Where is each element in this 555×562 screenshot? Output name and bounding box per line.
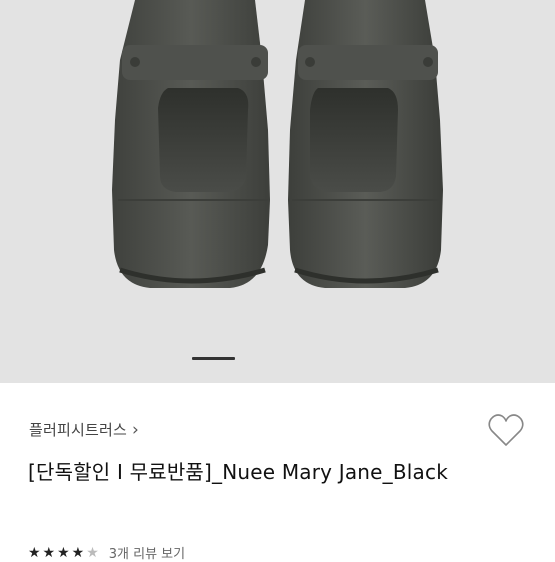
product-title: [단독할인 I 무료반품]_Nuee Mary Jane_Black — [28, 460, 448, 484]
left-shoe — [112, 0, 270, 288]
product-image-gallery[interactable] — [0, 0, 555, 383]
chevron-right-icon: › — [132, 419, 140, 440]
brand-name: 플러피시트러스 — [29, 421, 128, 439]
right-shoe — [288, 0, 443, 288]
brand-link[interactable]: 플러피시트러스 › — [29, 419, 139, 440]
gallery-page-indicator — [192, 357, 235, 360]
heart-outline-icon[interactable] — [487, 413, 525, 449]
rating-row[interactable]: ★★★★★ 3개 리뷰 보기 — [28, 543, 185, 562]
star-rating: ★★★★★ — [28, 544, 101, 561]
review-link[interactable]: 3개 리뷰 보기 — [109, 543, 185, 562]
shoe-photo — [112, 0, 443, 288]
